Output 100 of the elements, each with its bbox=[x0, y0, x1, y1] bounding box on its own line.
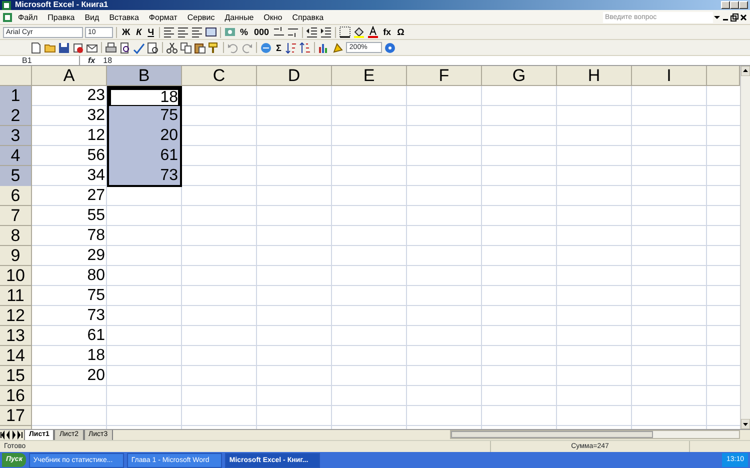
copy-icon[interactable] bbox=[180, 42, 192, 54]
row-header[interactable]: 7 bbox=[0, 206, 32, 226]
table-cell[interactable]: 78 bbox=[32, 226, 107, 246]
table-cell[interactable]: 61 bbox=[32, 326, 107, 346]
column-header[interactable]: I bbox=[632, 66, 707, 86]
underline-button[interactable]: Ч bbox=[146, 26, 156, 38]
name-box[interactable]: B1 bbox=[0, 56, 80, 65]
column-header[interactable]: G bbox=[482, 66, 557, 86]
row-header[interactable]: 4 bbox=[0, 146, 32, 166]
close-icon[interactable] bbox=[739, 12, 748, 22]
row-header[interactable]: 1 bbox=[0, 86, 32, 107]
align-right-icon[interactable] bbox=[191, 26, 204, 38]
function-label[interactable]: fx bbox=[80, 56, 104, 65]
decrease-indent-icon[interactable] bbox=[306, 26, 318, 38]
close-button[interactable] bbox=[739, 1, 748, 9]
table-cell[interactable]: 61 bbox=[107, 146, 182, 166]
restore-icon[interactable] bbox=[730, 12, 739, 22]
row-header[interactable]: 16 bbox=[0, 386, 32, 406]
tab-navigation-icon[interactable] bbox=[0, 430, 24, 440]
table-cell[interactable]: 20 bbox=[32, 366, 107, 386]
menu-item[interactable]: Сервис bbox=[182, 10, 220, 24]
insert-symbol-button[interactable]: Ω bbox=[395, 26, 406, 38]
table-cell[interactable]: 29 bbox=[32, 246, 107, 266]
cut-icon[interactable] bbox=[166, 42, 178, 54]
workbook-icon[interactable] bbox=[2, 12, 13, 22]
minimize-button[interactable] bbox=[721, 1, 730, 9]
menu-item[interactable]: Справка bbox=[287, 10, 329, 24]
menu-item[interactable]: Данные bbox=[220, 10, 259, 24]
table-cell[interactable]: 75 bbox=[107, 106, 182, 126]
row-header[interactable]: 17 bbox=[0, 406, 32, 426]
column-header[interactable]: F bbox=[407, 66, 482, 86]
borders-icon[interactable] bbox=[339, 26, 352, 38]
increase-decimal-icon[interactable] bbox=[273, 26, 286, 38]
align-center-icon[interactable] bbox=[177, 26, 190, 38]
scroll-down-icon[interactable] bbox=[741, 419, 750, 429]
sort-descending-icon[interactable] bbox=[299, 42, 312, 54]
row-header[interactable]: 3 bbox=[0, 126, 32, 146]
menu-item[interactable]: Вставка bbox=[104, 10, 144, 24]
table-cell[interactable]: 23 bbox=[32, 86, 107, 107]
horizontal-scrollbar[interactable] bbox=[450, 430, 740, 439]
row-header[interactable]: 8 bbox=[0, 226, 32, 246]
fill-bucket-icon[interactable] bbox=[353, 26, 366, 38]
row-header[interactable]: 9 bbox=[0, 246, 32, 266]
formula-value[interactable]: 18 bbox=[103, 56, 112, 65]
row-header[interactable]: 5 bbox=[0, 166, 32, 187]
thousands-button[interactable]: 000 bbox=[252, 26, 272, 38]
table-cell[interactable]: 73 bbox=[32, 306, 107, 326]
decrease-decimal-icon[interactable] bbox=[287, 26, 300, 38]
row-header[interactable]: 2 bbox=[0, 106, 32, 126]
table-cell[interactable]: 12 bbox=[32, 126, 107, 146]
row-header[interactable]: 15 bbox=[0, 366, 32, 386]
percent-button[interactable]: % bbox=[238, 26, 250, 38]
paste-icon[interactable] bbox=[194, 42, 206, 54]
menu-item[interactable]: Вид bbox=[80, 10, 104, 24]
menu-item[interactable]: Окно bbox=[258, 10, 288, 24]
table-cell[interactable]: 18 bbox=[32, 346, 107, 366]
row-header[interactable]: 14 bbox=[0, 346, 32, 366]
menu-item[interactable]: Файл bbox=[13, 10, 43, 24]
autosum-button[interactable]: Σ bbox=[274, 42, 284, 54]
table-cell[interactable]: 20 bbox=[107, 126, 182, 146]
column-header[interactable]: C bbox=[182, 66, 257, 86]
italic-button[interactable]: К bbox=[134, 26, 144, 38]
row-header[interactable]: 10 bbox=[0, 266, 32, 286]
row-header[interactable]: 13 bbox=[0, 326, 32, 346]
research-icon[interactable] bbox=[147, 42, 159, 54]
table-cell[interactable]: 55 bbox=[32, 206, 107, 226]
printer-icon[interactable] bbox=[105, 42, 117, 54]
excel-logo-icon[interactable] bbox=[2, 0, 11, 10]
dropdown-arrow-icon[interactable] bbox=[713, 13, 721, 21]
increase-indent-icon[interactable] bbox=[320, 26, 332, 38]
scroll-up-icon[interactable] bbox=[741, 66, 750, 76]
table-cell[interactable]: 80 bbox=[32, 266, 107, 286]
row-header[interactable]: 12 bbox=[0, 306, 32, 326]
table-cell[interactable]: 32 bbox=[32, 106, 107, 126]
spelling-icon[interactable] bbox=[133, 42, 145, 54]
currency-icon[interactable] bbox=[224, 26, 236, 38]
print-preview-icon[interactable] bbox=[119, 42, 131, 54]
row-header[interactable]: 11 bbox=[0, 286, 32, 306]
column-header[interactable]: H bbox=[557, 66, 632, 86]
font-color-icon[interactable] bbox=[367, 26, 380, 38]
menu-item[interactable]: Правка bbox=[42, 10, 80, 24]
align-left-icon[interactable] bbox=[163, 26, 176, 38]
sort-ascending-icon[interactable] bbox=[285, 42, 298, 54]
column-header[interactable]: B bbox=[107, 66, 182, 86]
bold-button[interactable]: Ж bbox=[120, 26, 132, 38]
table-cell[interactable]: 18 bbox=[107, 86, 182, 107]
insert-function-button[interactable]: fx bbox=[381, 26, 394, 38]
column-header[interactable]: D bbox=[257, 66, 332, 86]
table-cell[interactable]: 73 bbox=[107, 166, 182, 187]
save-icon[interactable] bbox=[58, 42, 70, 54]
email-icon[interactable] bbox=[86, 42, 98, 54]
column-header[interactable]: E bbox=[332, 66, 407, 86]
menu-item[interactable]: Формат bbox=[144, 10, 182, 24]
table-cell[interactable]: 75 bbox=[32, 286, 107, 306]
column-header[interactable]: A bbox=[32, 66, 107, 86]
table-cell[interactable]: 34 bbox=[32, 166, 107, 187]
table-cell[interactable]: 27 bbox=[32, 186, 107, 206]
maximize-button[interactable] bbox=[730, 1, 739, 9]
row-header[interactable]: 6 bbox=[0, 186, 32, 206]
table-cell[interactable]: 56 bbox=[32, 146, 107, 166]
